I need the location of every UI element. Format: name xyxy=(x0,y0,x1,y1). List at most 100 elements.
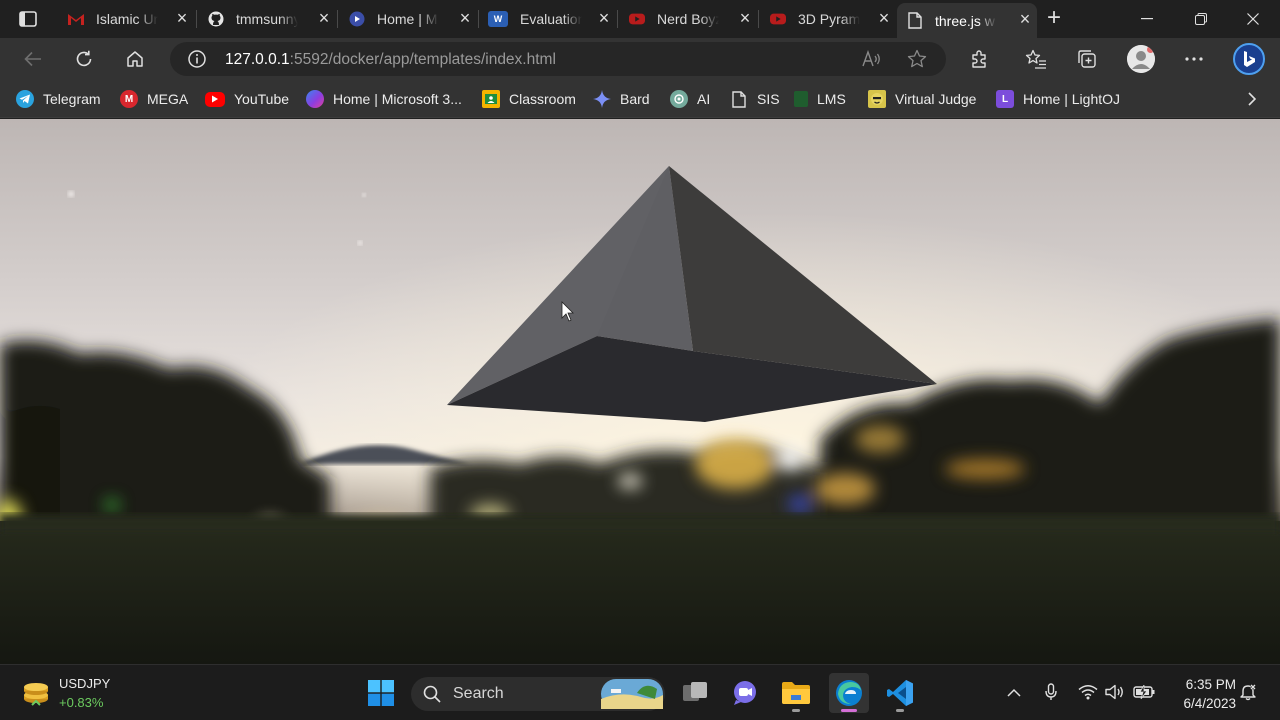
favorite-label: YouTube xyxy=(234,91,290,107)
favorite-label: Classroom xyxy=(509,91,576,107)
profile-avatar[interactable] xyxy=(1127,45,1155,73)
star xyxy=(68,191,74,197)
close-tab-icon[interactable]: × xyxy=(876,9,892,27)
tab-github[interactable]: tmmsunny × xyxy=(198,0,336,38)
chevron-right-icon xyxy=(1248,92,1256,106)
favorite-label: Home | Microsoft 3... xyxy=(333,91,462,107)
home-button[interactable] xyxy=(119,43,151,75)
favorite-star-icon[interactable] xyxy=(907,49,927,69)
settings-more-button[interactable] xyxy=(1178,43,1210,75)
favorite-telegram[interactable]: Telegram xyxy=(16,88,101,110)
youtube-icon xyxy=(629,11,645,27)
close-tab-icon[interactable]: × xyxy=(174,9,190,27)
favorites-bar: Telegram M MEGA YouTube Home | Microsoft… xyxy=(0,80,1280,118)
favorite-mega[interactable]: M MEGA xyxy=(120,88,188,110)
vscode-button[interactable] xyxy=(880,673,920,713)
tab-3d-pyramid[interactable]: 3D Pyram × xyxy=(760,0,896,38)
close-tab-icon[interactable]: × xyxy=(737,9,753,27)
youtube-icon xyxy=(770,11,786,27)
favorite-label: Telegram xyxy=(43,91,101,107)
close-tab-icon[interactable]: × xyxy=(316,9,332,27)
microphone-button[interactable] xyxy=(1040,681,1062,703)
teams-chat-button[interactable] xyxy=(725,673,765,713)
tab-islamic[interactable]: Islamic Ur × xyxy=(58,0,194,38)
threejs-canvas[interactable] xyxy=(0,119,1280,664)
mega-icon: M xyxy=(120,90,138,108)
scene-background xyxy=(0,119,1280,664)
close-tab-icon[interactable]: × xyxy=(596,9,612,27)
taskbar-search[interactable]: Search xyxy=(411,677,665,711)
clock-date: 6/4/2023 xyxy=(1183,696,1236,711)
github-icon xyxy=(208,11,224,27)
tab-nerd-boyz[interactable]: Nerd Boyz × xyxy=(619,0,757,38)
more-dots-icon xyxy=(1185,57,1203,61)
minimize-icon xyxy=(1141,18,1153,20)
task-view-icon xyxy=(683,682,707,701)
favorite-microsoft365[interactable]: Home | Microsoft 3... xyxy=(306,88,462,110)
browser-toolbar: 127.0.0.1:5592/docker/app/templates/inde… xyxy=(0,38,1280,80)
tab-title: three.js w xyxy=(935,12,995,29)
favorite-virtual-judge[interactable]: Virtual Judge xyxy=(868,88,976,110)
puzzle-icon xyxy=(972,50,986,68)
stock-widget[interactable]: USDJPY +0.83% xyxy=(20,673,140,713)
close-tab-icon[interactable]: × xyxy=(457,9,473,27)
classroom-icon xyxy=(482,90,500,108)
tab-threejs-active[interactable]: three.js w × xyxy=(897,3,1037,38)
url-path: :5592/docker/app/templates/index.html xyxy=(289,51,556,68)
close-icon xyxy=(1247,13,1259,25)
favorite-classroom[interactable]: Classroom xyxy=(482,88,576,110)
extensions-button[interactable] xyxy=(963,43,995,75)
tab-microsoft365[interactable]: Home | M × xyxy=(339,0,477,38)
volume-button[interactable] xyxy=(1104,681,1126,703)
tab-title: Islamic Ur xyxy=(96,11,158,27)
task-view-button[interactable] xyxy=(675,673,715,713)
microsoft365-icon xyxy=(306,90,324,108)
favorite-lightoj[interactable]: L Home | LightOJ xyxy=(996,88,1120,110)
minimize-button[interactable] xyxy=(1120,0,1174,38)
close-tab-icon[interactable]: × xyxy=(1017,10,1033,28)
show-hidden-icons-button[interactable] xyxy=(1003,681,1025,703)
back-button[interactable] xyxy=(17,43,49,75)
network-button[interactable] xyxy=(1077,681,1099,703)
favorite-label: Home | LightOJ xyxy=(1023,91,1121,107)
favorite-lms[interactable]: LMS xyxy=(794,88,846,110)
youtube-icon xyxy=(205,91,225,107)
edge-browser-button[interactable] xyxy=(829,673,869,713)
favorites-button[interactable] xyxy=(1020,43,1052,75)
site-info-icon[interactable] xyxy=(188,50,206,68)
tab-evaluation[interactable]: W Evaluation × xyxy=(480,0,616,38)
address-bar[interactable]: 127.0.0.1:5592/docker/app/templates/inde… xyxy=(170,42,946,76)
tab-actions-button[interactable] xyxy=(10,8,46,30)
clock[interactable]: 6:35 PM 6/4/2023 xyxy=(1166,675,1236,713)
tab-title: 3D Pyram xyxy=(798,11,860,27)
refresh-button[interactable] xyxy=(68,43,100,75)
read-aloud-icon[interactable] xyxy=(862,50,882,68)
battery-charging-icon xyxy=(1133,685,1155,699)
notification-bell-icon xyxy=(1240,683,1257,701)
page-icon xyxy=(730,90,748,108)
favorite-ai[interactable]: AI xyxy=(670,88,710,110)
search-icon xyxy=(423,685,441,703)
favorites-list-icon xyxy=(1025,49,1046,69)
start-button[interactable] xyxy=(361,673,401,713)
favorites-overflow-button[interactable] xyxy=(1242,89,1262,109)
edge-icon xyxy=(836,680,862,706)
word-icon: W xyxy=(488,11,508,27)
battery-button[interactable] xyxy=(1133,681,1155,703)
search-highlight-icon xyxy=(601,679,663,709)
vjudge-icon xyxy=(868,90,886,108)
restore-button[interactable] xyxy=(1174,0,1228,38)
favorite-youtube[interactable]: YouTube xyxy=(205,88,289,110)
notification-center-button[interactable] xyxy=(1237,681,1259,703)
file-explorer-button[interactable] xyxy=(776,673,816,713)
collections-button[interactable] xyxy=(1071,43,1103,75)
close-window-button[interactable] xyxy=(1226,0,1280,38)
profile-icon xyxy=(1127,45,1155,73)
favorite-sis[interactable]: SIS xyxy=(730,88,780,110)
bing-chat-button[interactable] xyxy=(1232,42,1266,76)
url-text[interactable]: 127.0.0.1:5592/docker/app/templates/inde… xyxy=(225,51,556,69)
new-tab-button[interactable]: + xyxy=(1043,6,1065,31)
favorite-bard[interactable]: Bard xyxy=(593,88,650,110)
star xyxy=(357,240,363,246)
tab-title: Nerd Boyz xyxy=(657,11,719,27)
